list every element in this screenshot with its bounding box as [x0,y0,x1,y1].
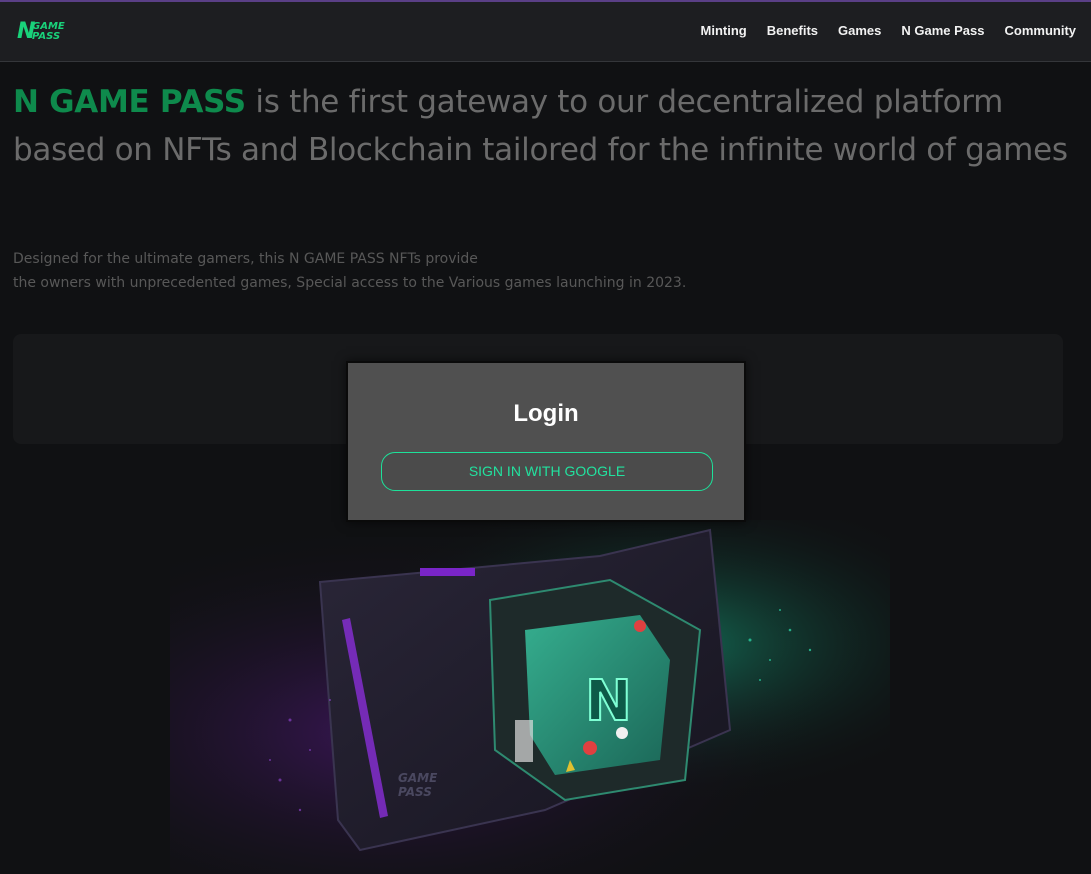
nav-community[interactable]: Community [1005,23,1077,38]
sign-in-with-google-button[interactable]: SIGN IN WITH GOOGLE [381,452,713,491]
site-header: N GAME PASS Minting Benefits Games N Gam… [0,2,1091,62]
n-game-pass-logo[interactable]: N GAME PASS [17,19,69,45]
hero-brand: N GAME PASS [13,84,246,120]
card-brand-line-2: PASS [398,785,432,799]
nav-benefits[interactable]: Benefits [767,23,818,38]
card-brand-line-1: GAME [398,771,438,785]
nav-minting[interactable]: Minting [701,23,747,38]
cube-n-letter: N [585,669,632,734]
hero-headline: N GAME PASS is the first gateway to our … [13,78,1073,174]
hero-section: N GAME PASS is the first gateway to our … [13,78,1073,174]
nav-games[interactable]: Games [838,23,881,38]
card-top-light [420,568,475,576]
nav-n-game-pass[interactable]: N Game Pass [901,23,984,38]
hero-description-line-1: Designed for the ultimate gamers, this N… [13,251,478,267]
hero-description-line-2: the owners with unprecedented games, Spe… [13,275,687,291]
n-logo-cube: N [488,578,702,802]
login-title: Login [513,400,579,427]
game-pass-card-illustration: N GAME PASS [170,520,890,874]
barcode [515,720,533,762]
main-nav: Minting Benefits Games N Game Pass Commu… [701,23,1077,38]
logo-word-pass: PASS [32,31,61,42]
hero-description: Designed for the ultimate gamers, this N… [13,247,1073,295]
login-modal: Login SIGN IN WITH GOOGLE [346,361,746,522]
